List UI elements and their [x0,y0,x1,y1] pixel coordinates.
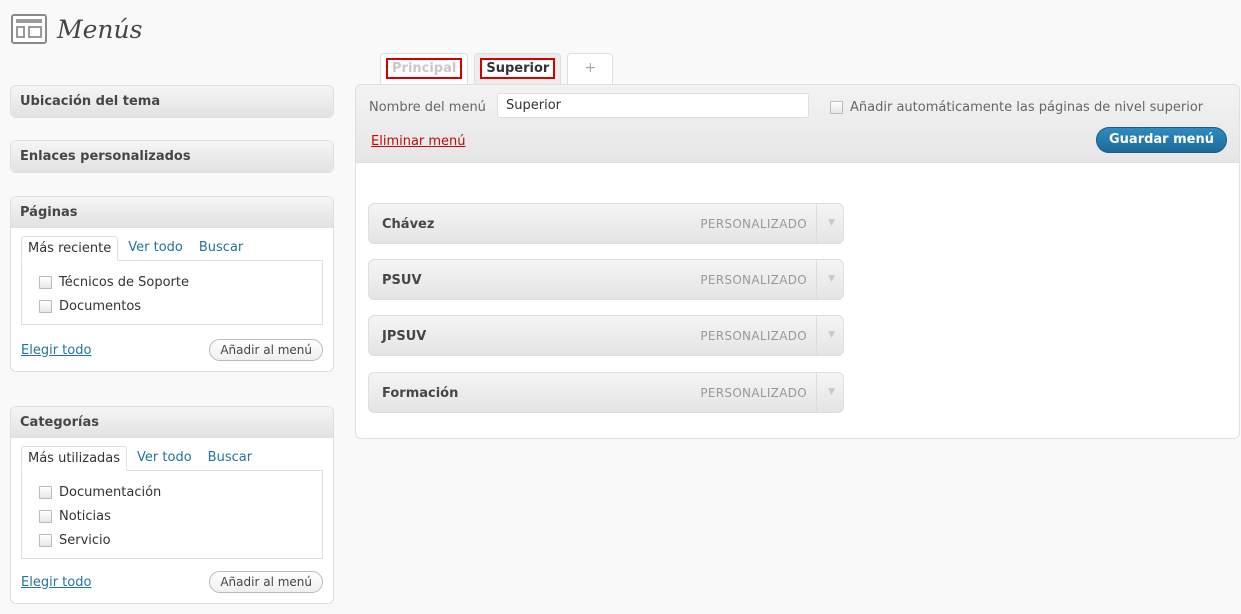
plus-icon: + [584,60,597,76]
auto-add-checkbox[interactable] [830,101,843,114]
categories-tabs: Más utilizadas Ver todo Buscar [21,446,323,471]
pages-box: Páginas Más reciente Ver todo Buscar Téc… [10,196,334,372]
category-checkbox[interactable] [39,509,52,523]
chevron-down-icon[interactable]: ▼ [828,387,835,397]
menus-icon [11,14,47,44]
page-title: Menús [57,14,143,44]
menu-item-type: PERSONALIZADO [700,329,807,343]
menu-name-label: Nombre del menú [369,100,486,115]
menu-item[interactable]: JPSUV PERSONALIZADO ▼ [368,315,844,356]
add-to-menu-button[interactable]: Añadir al menú [209,571,323,593]
list-item: Servicio [39,528,312,552]
tab-view-all[interactable]: Ver todo [131,446,198,471]
page-label: Técnicos de Soporte [59,274,189,290]
pages-title[interactable]: Páginas [11,197,333,228]
theme-location-title[interactable]: Ubicación del tema [11,86,333,117]
page-label: Documentos [59,298,142,314]
chevron-down-icon[interactable]: ▼ [828,218,835,228]
page-header: Menús [11,14,142,44]
delete-menu-link[interactable]: Eliminar menú [371,134,466,149]
auto-add-option[interactable]: Añadir automáticamente las páginas de ni… [830,100,1203,115]
menu-item[interactable]: Formación PERSONALIZADO ▼ [368,372,844,413]
tab-principal[interactable]: Principal [380,53,469,84]
category-checkbox[interactable] [39,485,52,499]
category-checkbox[interactable] [39,533,52,547]
tab-superior[interactable]: Superior [474,53,562,84]
tab-superior-label: Superior [480,58,556,79]
list-item: Documentación [39,480,312,504]
categories-title[interactable]: Categorías [11,407,333,438]
menu-item[interactable]: Chávez PERSONALIZADO ▼ [368,203,844,244]
custom-links-box[interactable]: Enlaces personalizados [10,140,334,173]
select-all-link[interactable]: Elegir todo [21,343,91,358]
menu-editor: Nombre del menú Añadir automáticamente l… [355,84,1240,439]
menu-tabs: Principal Superior + [380,53,619,84]
tab-principal-label: Principal [386,58,463,79]
menu-item[interactable]: PSUV PERSONALIZADO ▼ [368,259,844,300]
page-checkbox[interactable] [39,275,52,289]
chevron-down-icon[interactable]: ▼ [828,274,835,284]
theme-location-box[interactable]: Ubicación del tema [10,85,334,118]
menu-item-type: PERSONALIZADO [700,217,807,231]
tab-view-all[interactable]: Ver todo [122,236,189,261]
menu-item-title: JPSUV [382,329,427,344]
select-all-link[interactable]: Elegir todo [21,575,91,590]
menu-item-title: PSUV [382,273,422,288]
list-item: Documentos [39,294,312,318]
categories-list: Documentación Noticias Servicio [21,470,323,559]
tab-most-used[interactable]: Más utilizadas [21,446,128,471]
auto-add-label: Añadir automáticamente las páginas de ni… [850,100,1204,115]
menu-item-title: Formación [382,386,459,401]
save-menu-button[interactable]: Guardar menú [1096,127,1227,153]
menu-item-title: Chávez [382,217,435,232]
chevron-down-icon[interactable]: ▼ [828,330,835,340]
categories-box: Categorías Más utilizadas Ver todo Busca… [10,406,334,604]
tab-search[interactable]: Buscar [193,236,249,261]
menu-item-type: PERSONALIZADO [700,273,807,287]
menu-name-input[interactable] [497,93,809,118]
category-label: Servicio [59,532,111,548]
list-item: Noticias [39,504,312,528]
category-label: Documentación [59,484,162,500]
tab-most-recent[interactable]: Más reciente [21,236,119,261]
tab-search[interactable]: Buscar [202,446,258,471]
custom-links-title[interactable]: Enlaces personalizados [11,141,333,172]
menu-item-type: PERSONALIZADO [700,386,807,400]
add-to-menu-button[interactable]: Añadir al menú [209,339,323,361]
menu-editor-header: Nombre del menú Añadir automáticamente l… [356,85,1239,163]
page-checkbox[interactable] [39,299,52,313]
category-label: Noticias [59,508,111,524]
list-item: Técnicos de Soporte [39,270,312,294]
pages-tabs: Más reciente Ver todo Buscar [21,236,323,261]
add-menu-tab[interactable]: + [567,53,614,84]
pages-list: Técnicos de Soporte Documentos [21,260,323,325]
